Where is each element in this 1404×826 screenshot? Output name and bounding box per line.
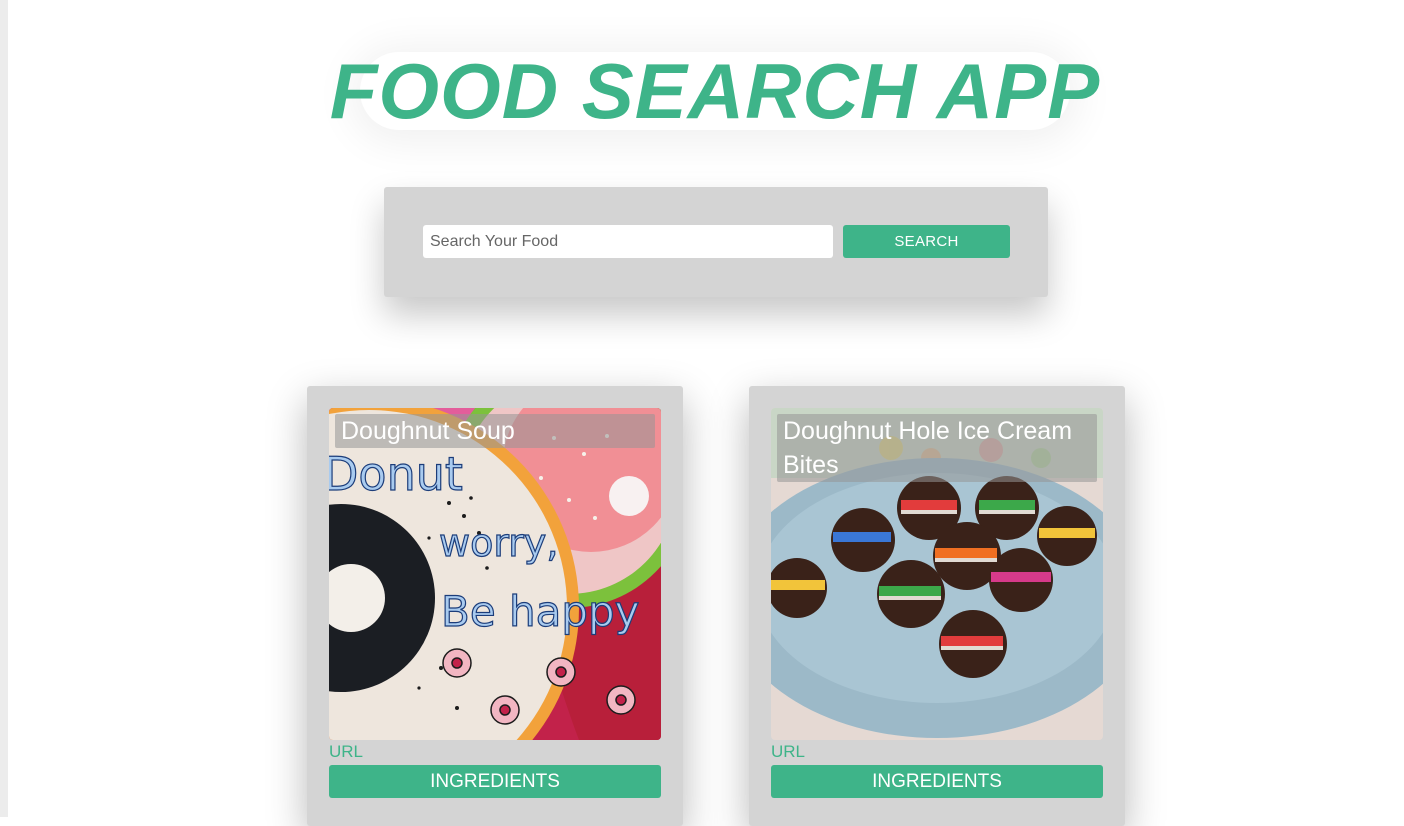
recipe-image[interactable]: Doughnut Hole Ice Cream Bites (771, 408, 1103, 740)
image-caption-text: Be happy (441, 587, 640, 636)
search-input[interactable] (423, 225, 833, 258)
header: FOOD SEARCH APP (300, 36, 1130, 146)
search-button[interactable]: SEARCH (843, 225, 1010, 258)
search-panel: SEARCH (384, 187, 1048, 297)
recipe-url-link[interactable]: URL (329, 742, 363, 762)
recipe-title: Doughnut Hole Ice Cream Bites (777, 414, 1097, 482)
recipe-card: Donut worry, Be happy Doughnut Soup URL … (307, 386, 683, 826)
page-title: FOOD SEARCH APP (329, 46, 1101, 135)
ingredients-button[interactable]: INGREDIENTS (771, 765, 1103, 798)
image-caption-text: Donut (329, 447, 463, 501)
recipe-image[interactable]: Donut worry, Be happy Doughnut Soup (329, 408, 661, 740)
recipe-title: Doughnut Soup (335, 414, 655, 448)
recipe-card: Doughnut Hole Ice Cream Bites URL INGRED… (749, 386, 1125, 826)
image-caption-text: worry, (439, 521, 558, 565)
ingredients-button[interactable]: INGREDIENTS (329, 765, 661, 798)
recipe-url-link[interactable]: URL (771, 742, 805, 762)
donut-photo-icon: Donut worry, Be happy (329, 408, 661, 740)
page-left-edge (0, 0, 8, 817)
